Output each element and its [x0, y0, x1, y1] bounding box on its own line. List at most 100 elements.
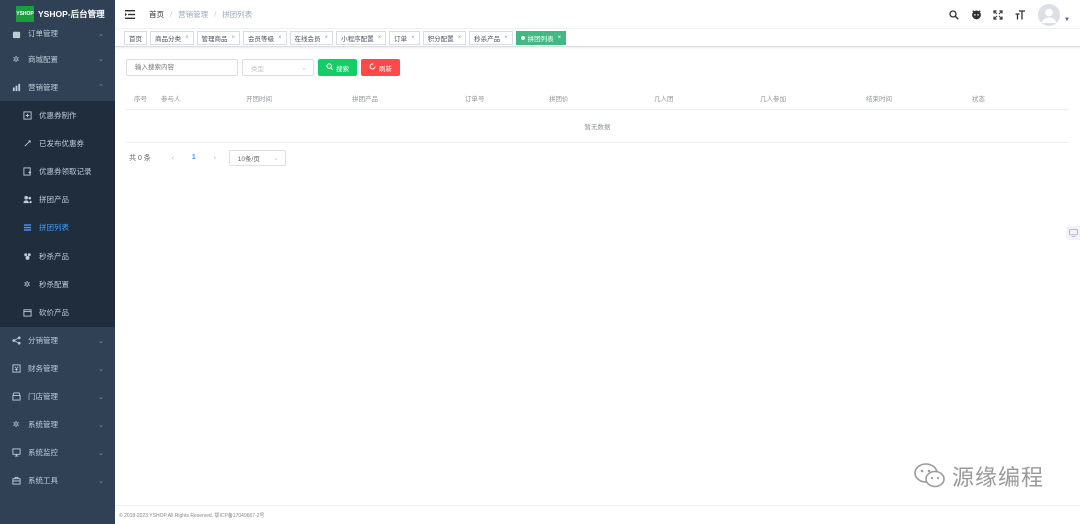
monitor-icon [11, 448, 21, 458]
tag-label: 首页 [129, 35, 142, 43]
column-header: 拼团产品 [344, 88, 457, 110]
sidebar-item-label: 秒杀产品 [39, 251, 69, 261]
column-header: 拼团价 [541, 88, 646, 110]
column-header: 序号 [126, 88, 153, 110]
breadcrumb-separator: / [170, 9, 173, 19]
sidebar-item-label: 优惠券制作 [39, 110, 77, 120]
close-icon[interactable]: × [232, 35, 236, 41]
finance-icon [11, 364, 21, 374]
tag-item[interactable]: 管理商品 × [196, 30, 241, 45]
wechat-icon [914, 462, 946, 490]
main-area: 首页 / 营销管理 / 拼团列表 ▼ 首页 商品分类 × 管理商品 × 会员等级… [115, 0, 1080, 524]
sidebar-item-label: 砍价产品 [39, 307, 69, 317]
calendar-icon [22, 307, 32, 317]
sidebar-item-label: 系统管理 [28, 420, 58, 429]
sidebar-item-distribution[interactable]: 分销管理 ⌄ [0, 327, 115, 355]
fullscreen-icon[interactable] [992, 9, 1004, 21]
search-input[interactable] [126, 59, 238, 76]
github-icon[interactable] [970, 9, 982, 21]
sidebar-item-finance[interactable]: 财务管理 ⌄ [0, 355, 115, 383]
search-button[interactable]: 搜索 [318, 59, 357, 76]
sidebar-item-tools[interactable]: 系统工具 ⌄ [0, 467, 115, 495]
sidebar-item-marketing[interactable]: 营销管理 ⌃ [0, 73, 115, 101]
chevron-down-icon: ⌄ [98, 421, 104, 429]
flash-icon [22, 251, 32, 261]
sidebar-item-mall-config[interactable]: ✲ 商城配置 ⌄ [0, 45, 115, 73]
tag-item[interactable]: 小程序配置 × [336, 30, 387, 45]
sidebar-item-orders[interactable]: 订单管理 ⌄ [0, 28, 115, 39]
tag-item[interactable]: 会员等级 × [243, 30, 287, 45]
right-menu: ▼ [948, 0, 1070, 29]
sidebar-item-published-coupons[interactable]: 已发布优惠券 [0, 129, 115, 157]
breadcrumb-separator: / [214, 9, 217, 19]
sidebar-item-system[interactable]: ✲ 系统管理 ⌄ [0, 411, 115, 439]
sidebar-item-group-list[interactable]: 拼团列表 [0, 214, 115, 242]
page-size-value: 10条/页 [237, 155, 260, 163]
close-icon[interactable]: × [325, 35, 329, 41]
tag-label: 在线会员 [294, 35, 321, 43]
sidebar-item-label: 分销管理 [28, 336, 58, 345]
chevron-down-icon: ⌄ [98, 393, 104, 401]
chevron-down-icon: ⌄ [98, 337, 104, 345]
column-header: 开团时间 [238, 88, 344, 110]
breadcrumb-home[interactable]: 首页 [149, 9, 164, 20]
column-header: 订单号 [457, 88, 541, 110]
sidebar-item-flash-config[interactable]: ✲ 秒杀配置 [0, 270, 115, 298]
column-header: 几人团 [646, 88, 752, 110]
close-icon[interactable]: × [278, 35, 282, 41]
close-icon[interactable]: × [185, 35, 189, 41]
tag-home[interactable]: 首页 [124, 30, 147, 45]
brand[interactable]: YSHOP YSHOP-后台管理 [0, 0, 115, 28]
store-icon [11, 392, 21, 402]
sidebar-item-group-products[interactable]: 拼团产品 [0, 186, 115, 214]
tag-active[interactable]: 拼团列表 × [515, 30, 567, 45]
tag-item[interactable]: 秒杀产品 × [469, 30, 513, 45]
chevron-up-icon: ⌃ [98, 84, 104, 91]
sidebar-item-flash-products[interactable]: 秒杀产品 [0, 242, 115, 270]
filter-bar: 类型 ⌄ 搜索 刷新 [126, 59, 1069, 76]
search-icon[interactable] [948, 9, 960, 21]
next-page-icon[interactable]: › [205, 153, 225, 162]
hamburger-icon[interactable] [125, 9, 135, 19]
sidebar-item-coupon-create[interactable]: 优惠券制作 [0, 101, 115, 129]
prev-page-icon[interactable]: ‹ [163, 153, 183, 162]
page-number[interactable]: 1 [183, 154, 205, 161]
group-icon [22, 195, 32, 205]
tag-item[interactable]: 商品分类 × [150, 30, 194, 45]
sidebar-item-bargain-products[interactable]: 砍价产品 [0, 298, 115, 326]
tag-item[interactable]: 积分配置 × [422, 30, 467, 45]
caret-down-icon[interactable]: ▼ [1064, 17, 1070, 23]
tag-label: 小程序配置 [341, 35, 374, 43]
chevron-down-icon: ⌄ [98, 365, 104, 373]
empty-text: 暂无数据 [126, 109, 1069, 143]
close-icon[interactable]: × [458, 35, 462, 41]
close-icon[interactable]: × [558, 35, 562, 41]
sidebar-item-coupon-records[interactable]: 优惠券领取记录 [0, 157, 115, 185]
sidebar-item-store[interactable]: 门店管理 ⌄ [0, 383, 115, 411]
pagination-total: 共 0 条 [129, 154, 151, 162]
brand-logo: YSHOP [16, 6, 34, 22]
sidebar-item-label: 系统监控 [28, 448, 58, 457]
toolbox-icon [11, 476, 21, 486]
page-size-select[interactable]: 10条/页 ⌄ [228, 149, 286, 166]
avatar[interactable] [1038, 3, 1061, 26]
table-empty-row: 暂无数据 [126, 109, 1069, 143]
column-header: 状态 [964, 88, 1069, 110]
tag-item[interactable]: 订单 × [389, 30, 420, 45]
close-icon[interactable]: × [504, 35, 508, 41]
close-icon[interactable]: × [411, 35, 415, 41]
sidebar-item-label: 优惠券领取记录 [39, 166, 92, 176]
sidebar-item-monitor[interactable]: 系统监控 ⌄ [0, 439, 115, 467]
sidebar-item-label: 已发布优惠券 [39, 138, 84, 148]
floating-widget-icon[interactable] [1066, 226, 1080, 240]
sidebar-item-label: 拼团列表 [39, 223, 69, 233]
refresh-button[interactable]: 刷新 [361, 59, 400, 76]
watermark: 源缘编程 [914, 460, 1044, 492]
tag-label: 商品分类 [155, 35, 181, 43]
coupon-icon [22, 110, 32, 120]
type-select[interactable]: 类型 ⌄ [242, 59, 314, 76]
close-icon[interactable]: × [378, 35, 382, 41]
font-size-icon[interactable] [1014, 9, 1026, 21]
record-icon [22, 166, 32, 176]
tag-item[interactable]: 在线会员 × [289, 30, 334, 45]
